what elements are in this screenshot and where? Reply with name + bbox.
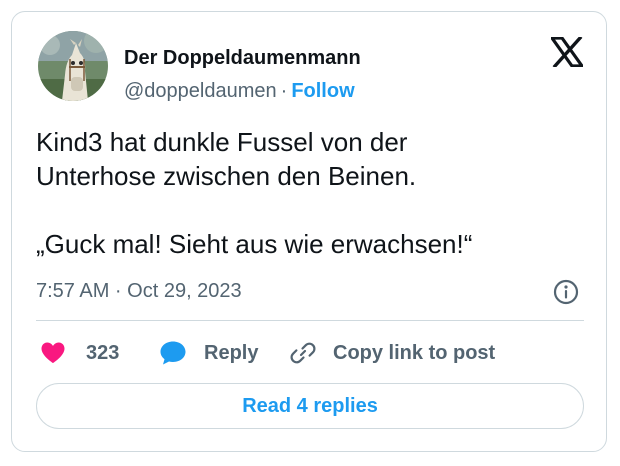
author-handle[interactable]: @doppeldaumen: [124, 80, 277, 102]
read-replies-button[interactable]: Read 4 replies: [36, 383, 584, 429]
like-count: 323: [86, 341, 120, 364]
tweet-line: „Guck mal! Sieht aus wie erwachsen!“: [36, 229, 473, 259]
read-replies-label: Read 4 replies: [242, 394, 378, 417]
tweet-line: Unterhose zwischen den Beinen.: [36, 161, 417, 191]
copy-link-button[interactable]: Copy link to post: [290, 338, 495, 368]
copy-link-label: Copy link to post: [333, 341, 496, 364]
divider: [36, 320, 584, 321]
heart-icon: [40, 341, 66, 365]
follow-button[interactable]: Follow: [291, 80, 354, 102]
reply-button[interactable]: Reply: [159, 338, 258, 368]
tweet-card: Der Doppeldaumenmann @doppeldaumen · Follo…: [11, 11, 607, 452]
like-button[interactable]: 323: [40, 338, 119, 368]
x-logo-icon[interactable]: [548, 35, 586, 69]
speech-bubble-icon: [159, 340, 187, 366]
horse-avatar-icon: [38, 31, 108, 101]
tweet-text: Kind3 hat dunkle Fussel von der Unterhos…: [36, 125, 576, 261]
link-icon: [290, 340, 316, 366]
author-name[interactable]: Der Doppeldaumenmann: [124, 47, 361, 70]
separator-dot: ·: [280, 80, 288, 102]
timestamp[interactable]: 7:57 AM · Oct 29, 2023: [36, 280, 242, 303]
author-handle-row: @doppeldaumen · Follow: [124, 80, 355, 103]
reply-label: Reply: [204, 341, 259, 364]
avatar[interactable]: [38, 31, 108, 101]
info-icon[interactable]: [553, 279, 579, 305]
tweet-line: Kind3 hat dunkle Fussel von der: [36, 127, 408, 157]
